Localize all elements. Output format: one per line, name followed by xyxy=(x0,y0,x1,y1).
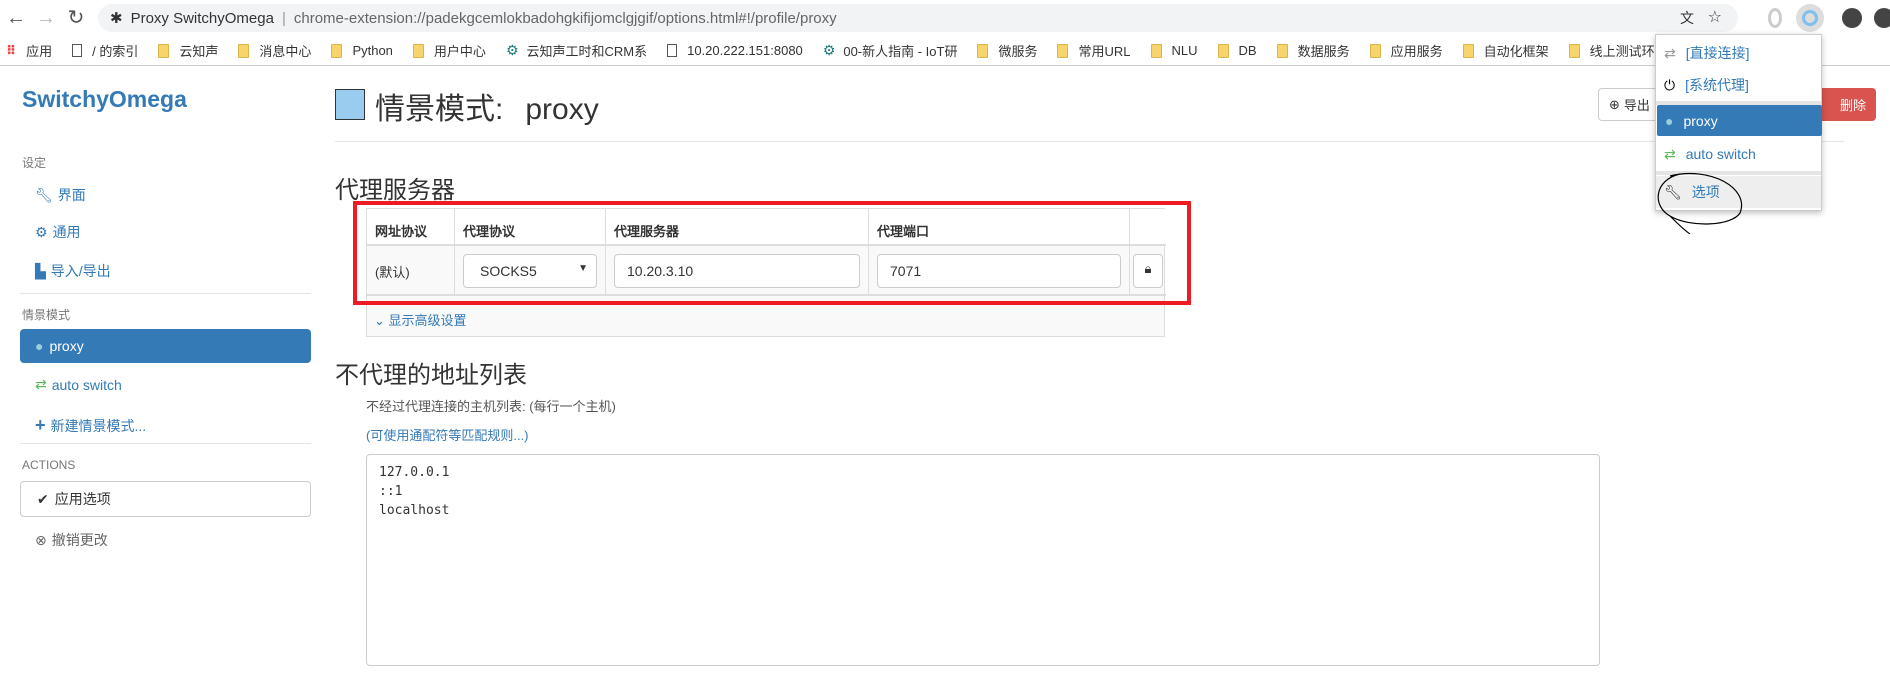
bookmark-item[interactable]: 常用URL xyxy=(1057,41,1131,60)
globe-icon: ● xyxy=(35,338,44,354)
gear-icon: ⚙ xyxy=(35,223,48,240)
folder-icon xyxy=(158,43,170,58)
chevron-down-icon: ⌄ xyxy=(374,313,385,328)
sidebar-item-auto-switch[interactable]: ⇄ auto switch xyxy=(35,376,122,393)
browser-toolbar: ← → ↻ ✱ Proxy SwitchyOmega | chrome-exte… xyxy=(0,0,1890,36)
translate-icon[interactable]: ⽂ xyxy=(1680,8,1694,28)
url-text: chrome-extension://padekgcemlokbadohgkif… xyxy=(293,9,837,27)
apps-icon: ⠿ xyxy=(6,42,17,58)
show-advanced-link[interactable]: ⌄ 显示高级设置 xyxy=(374,310,467,329)
folder-icon xyxy=(1568,43,1580,58)
divider xyxy=(20,443,311,444)
settings-header: 设定 xyxy=(22,156,47,170)
bookmark-item[interactable]: 应用服务 xyxy=(1369,41,1443,60)
actions-header: ACTIONS xyxy=(22,458,76,472)
bot-icon: ⚙ xyxy=(505,42,519,58)
apply-options-button[interactable]: ✔ 应用选项 xyxy=(20,481,311,517)
bookmark-item[interactable]: 自动化框架 xyxy=(1462,41,1549,60)
new-profile-button[interactable]: + 新建情景模式... xyxy=(35,415,146,436)
profile-avatar[interactable] xyxy=(1842,8,1862,28)
sidebar-item-proxy[interactable]: ● proxy xyxy=(20,329,311,363)
exchange-icon: ⇄ xyxy=(1664,44,1676,61)
popup-item-proxy[interactable]: ● proxy xyxy=(1657,105,1822,136)
popup-item-auto-switch[interactable]: ⇄ auto switch xyxy=(1656,139,1821,169)
bookmark-item[interactable]: ⚙ 云知声工时和CRM系 xyxy=(506,41,647,60)
proxy-servers-heading: 代理服务器 xyxy=(335,177,455,204)
wildcard-rules-link[interactable]: (可使用通配符等匹配规则...) xyxy=(366,425,529,444)
folder-icon xyxy=(1276,43,1288,58)
extension-icon: ✱ xyxy=(110,10,123,27)
folder-icon xyxy=(977,43,989,58)
back-icon[interactable]: ← xyxy=(4,6,28,30)
page-icon xyxy=(667,44,678,57)
bookmark-item[interactable]: ⚙ 00-新人指南 - IoT研 xyxy=(823,41,958,60)
profiles-header: 情景模式 xyxy=(22,308,71,322)
divider xyxy=(335,141,1844,142)
bookmark-item[interactable]: 云知声 xyxy=(158,41,218,60)
bypass-list-textarea[interactable]: 127.0.0.1 ::1 localhost xyxy=(366,454,1600,666)
discard-changes-button[interactable]: ⊗ 撤销更改 xyxy=(35,530,108,550)
folder-icon xyxy=(1150,43,1162,58)
folder-icon xyxy=(331,43,343,58)
bookmark-item[interactable]: 线上测试环境 xyxy=(1568,41,1668,60)
annotation-circle xyxy=(1657,172,1743,234)
check-circle-icon: ✔ xyxy=(37,490,49,507)
folder-icon xyxy=(238,43,250,58)
sidebar-item-interface[interactable]: 🔧︎ 界面 xyxy=(35,185,86,205)
sidebar-item-import-export[interactable]: ▙ 导入/导出 xyxy=(35,261,111,281)
profile-color-swatch[interactable] xyxy=(335,89,365,120)
retweet-icon: ⇄ xyxy=(1664,145,1676,162)
sidebar-item-general[interactable]: ⚙ 通用 xyxy=(35,222,81,242)
reload-icon[interactable]: ↻ xyxy=(64,6,88,30)
plus-icon: + xyxy=(35,415,46,435)
forward-icon[interactable]: → xyxy=(34,6,58,30)
bookmark-item[interactable]: 数据服务 xyxy=(1276,41,1350,60)
star-icon[interactable]: ☆ xyxy=(1708,7,1722,27)
divider xyxy=(20,293,311,294)
menu-icon[interactable] xyxy=(1874,8,1890,28)
power-icon: ⏻ xyxy=(1664,76,1676,93)
app-logo: SwitchyOmega xyxy=(22,86,187,112)
bookmark-item[interactable]: 消息中心 xyxy=(238,41,311,60)
bookmark-item[interactable]: NLU xyxy=(1150,43,1198,58)
retweet-icon: ⇄ xyxy=(35,376,47,392)
export-button[interactable]: ⊕ 导出 xyxy=(1598,88,1658,121)
save-icon: ▙ xyxy=(35,262,46,279)
bookmark-item[interactable]: 用户中心 xyxy=(412,41,486,60)
annotation-highlight-box xyxy=(353,201,1191,305)
popup-item-system[interactable]: ⏻ [系统代理] xyxy=(1656,70,1821,100)
switchyomega-button[interactable] xyxy=(1796,4,1824,32)
extension-icon[interactable] xyxy=(1768,8,1782,28)
folder-icon xyxy=(1217,43,1229,58)
bookmarks-bar: ⠿ 应用 / 的索引 云知声 消息中心 Python 用户中心 ⚙ 云知声工时和CRM系 10.2… xyxy=(0,36,1890,66)
bookmark-item[interactable]: DB xyxy=(1217,43,1257,58)
globe-icon: ● xyxy=(1665,112,1674,129)
wrench-icon: 🔧︎ xyxy=(35,186,53,203)
bookmark-item[interactable]: 10.20.222.151:8080 xyxy=(667,43,803,58)
bookmark-item[interactable]: Python xyxy=(331,43,393,58)
download-icon: ⊕ xyxy=(1609,96,1620,112)
page-icon xyxy=(72,44,83,57)
page-title: 情景模式: proxy xyxy=(375,93,599,126)
folder-icon xyxy=(1369,43,1381,58)
bookmark-item[interactable]: 微服务 xyxy=(977,41,1037,60)
folder-icon xyxy=(1462,43,1474,58)
address-bar[interactable]: ✱ Proxy SwitchyOmega | chrome-extension:… xyxy=(98,4,1738,32)
folder-icon xyxy=(412,43,424,58)
popup-item-direct[interactable]: ⇄ [直接连接] xyxy=(1656,38,1821,68)
page-title-chip: Proxy SwitchyOmega xyxy=(130,9,274,27)
bypass-list-heading: 不代理的地址列表 xyxy=(335,362,527,389)
bypass-description: 不经过代理连接的主机列表: (每行一个主机) xyxy=(366,399,616,414)
folder-icon xyxy=(1057,43,1069,58)
close-circle-icon: ⊗ xyxy=(35,531,47,548)
bookmark-item[interactable]: ⠿ 应用 xyxy=(6,41,52,60)
bot-icon: ⚙ xyxy=(822,42,836,58)
bookmark-item[interactable]: / 的索引 xyxy=(72,41,138,60)
